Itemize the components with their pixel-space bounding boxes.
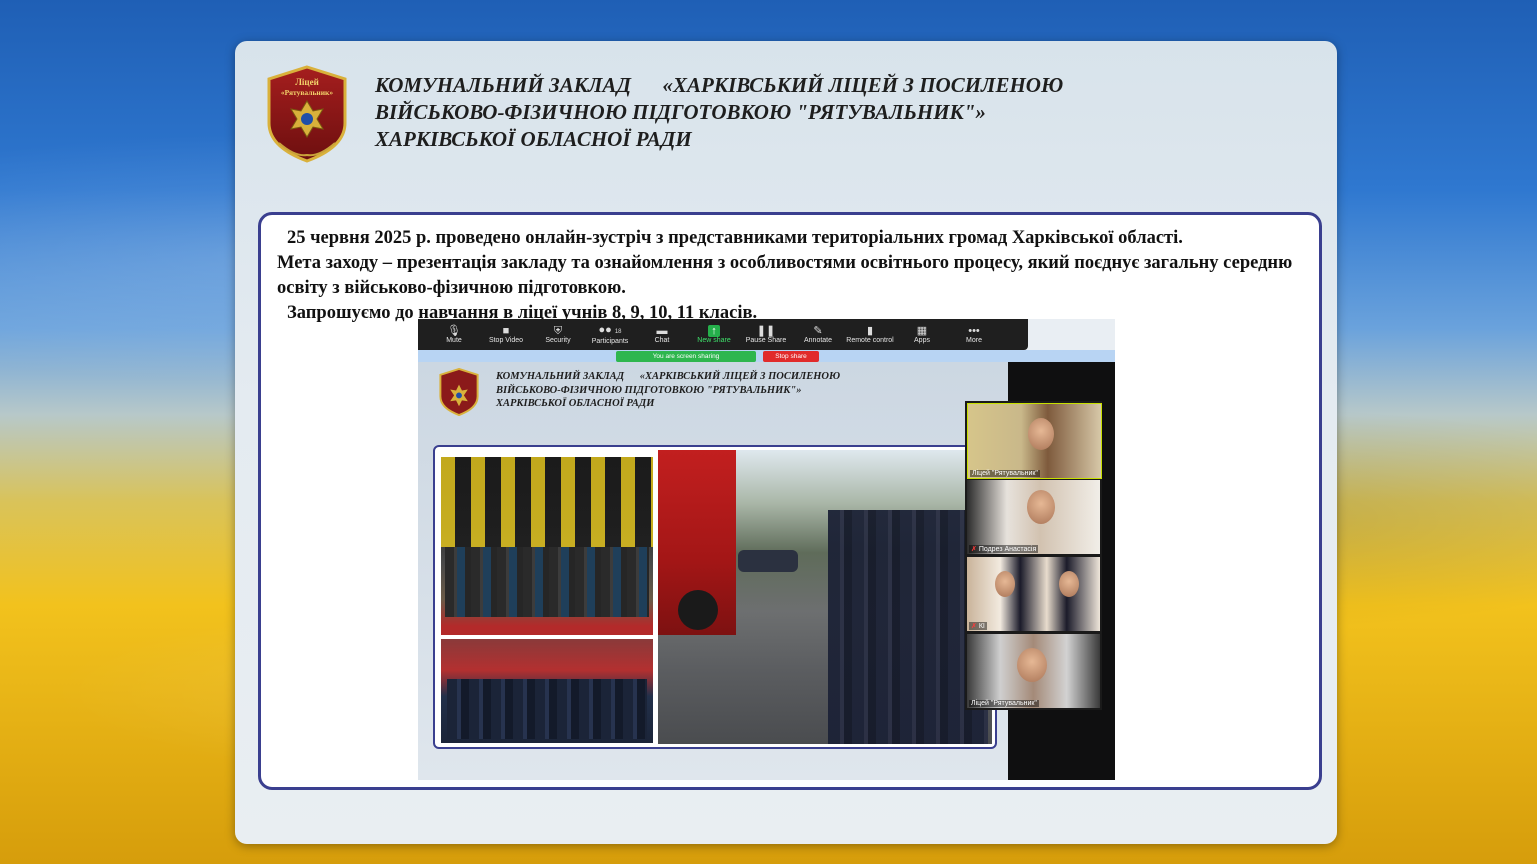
apps-button[interactable]: ▦ Apps xyxy=(896,319,948,350)
pencil-icon: ✎ xyxy=(813,325,823,337)
photo-cadets-formation xyxy=(658,450,992,744)
participant-gallery: Ліцей "Рятувальник" ✗ Подрез Анастасія ✗… xyxy=(965,401,1102,710)
mini-title-line-2: ВІЙСЬКОВО-ФІЗИЧНОЮ ПІДГОТОВКОЮ "РЯТУВАЛЬ… xyxy=(496,384,802,396)
remote-control-button[interactable]: ▮ Remote control xyxy=(844,319,896,350)
photo-students-training-tower xyxy=(441,457,653,635)
paragraph-date: 25 червня 2025 р. проведено онлайн-зустр… xyxy=(287,228,1183,248)
participant-face xyxy=(1059,571,1079,597)
apps-icon: ▦ xyxy=(916,325,928,337)
participant-tile[interactable]: Ліцей "Рятувальник" xyxy=(967,403,1102,479)
remote-icon: ▮ xyxy=(866,325,874,337)
share-icon: ↑ xyxy=(708,325,720,337)
svg-text:«Рятувальник»: «Рятувальник» xyxy=(281,88,334,97)
security-button[interactable]: ⛨ Security xyxy=(532,319,584,350)
announcement-text: 25 червня 2025 р. проведено онлайн-зустр… xyxy=(277,226,1307,326)
institution-title: КОМУНАЛЬНИЙ ЗАКЛАД «ХАРКІВСЬКИЙ ЛІЦЕЙ З … xyxy=(375,72,1255,153)
mic-icon: 🎙 xyxy=(447,325,461,337)
participant-name: ✗ КІ xyxy=(969,622,987,630)
participant-name: Ліцей "Рятувальник" xyxy=(970,470,1040,477)
stop-share-button[interactable]: Stop share xyxy=(763,351,819,362)
photo-cadets-fire-trucks xyxy=(441,639,653,743)
paragraph-purpose: Мета заходу – презентація закладу та озн… xyxy=(277,253,1293,298)
participant-name: Ліцей "Рятувальник" xyxy=(969,700,1039,707)
participant-tile[interactable]: Ліцей "Рятувальник" xyxy=(967,634,1100,708)
pause-share-button[interactable]: ❚❚ Pause Share xyxy=(740,319,792,350)
annotate-button[interactable]: ✎ Annotate xyxy=(792,319,844,350)
mini-title-line-3: ХАРКІВСЬКОЇ ОБЛАСНОЇ РАДИ xyxy=(496,398,655,409)
participants-icon: ●● 18 xyxy=(598,324,622,336)
shared-slide: КОМУНАЛЬНИЙ ЗАКЛАД «ХАРКІВСЬКИЙ ЛІЦЕЙ З … xyxy=(418,362,1008,780)
svg-text:Ліцей: Ліцей xyxy=(295,77,319,87)
mini-title-line-1: КОМУНАЛЬНИЙ ЗАКЛАД «ХАРКІВСЬКИЙ ЛІЦЕЙ З … xyxy=(496,371,841,382)
new-share-button[interactable]: ↑ New share xyxy=(688,319,740,350)
title-line-3: ХАРКІВСЬКОЇ ОБЛАСНОЇ РАДИ xyxy=(375,127,692,151)
mute-button[interactable]: 🎙 Mute xyxy=(428,319,480,350)
mic-muted-icon: ✗ xyxy=(971,546,977,553)
video-icon: ■ xyxy=(502,325,510,337)
participant-face xyxy=(995,571,1015,597)
participant-face xyxy=(1028,418,1054,450)
participant-name: ✗ Подрез Анастасія xyxy=(969,545,1039,553)
title-line-2: ВІЙСЬКОВО-ФІЗИЧНОЮ ПІДГОТОВКОЮ "РЯТУВАЛЬ… xyxy=(375,100,986,124)
lyceum-logo: Ліцей «Рятувальник» xyxy=(267,65,347,163)
shield-icon: ⛨ xyxy=(553,325,563,337)
participant-tile[interactable]: ✗ Подрез Анастасія xyxy=(967,480,1100,554)
more-button[interactable]: ••• More xyxy=(948,319,1000,350)
chat-icon: ▬ xyxy=(656,325,668,337)
pause-icon: ❚❚ xyxy=(756,325,776,337)
participant-face xyxy=(1027,490,1055,524)
mini-lyceum-logo xyxy=(439,368,479,416)
more-icon: ••• xyxy=(968,325,980,337)
participant-face xyxy=(1017,648,1047,682)
stop-video-button[interactable]: ■ Stop Video xyxy=(480,319,532,350)
zoom-toolbar: 🎙 Mute ■ Stop Video ⛨ Security ●● 18 Par… xyxy=(418,319,1028,350)
participants-button[interactable]: ●● 18 Participants xyxy=(584,319,636,350)
participant-tile[interactable]: ✗ КІ xyxy=(967,557,1100,631)
chat-button[interactable]: ▬ Chat xyxy=(636,319,688,350)
title-line-1: КОМУНАЛЬНИЙ ЗАКЛАД «ХАРКІВСЬКИЙ ЛІЦЕЙ З … xyxy=(375,73,1064,97)
mini-title: КОМУНАЛЬНИЙ ЗАКЛАД «ХАРКІВСЬКИЙ ЛІЦЕЙ З … xyxy=(496,370,996,411)
participants-count: 18 xyxy=(614,329,622,335)
screen-sharing-indicator: You are screen sharing xyxy=(616,351,756,362)
mic-muted-icon: ✗ xyxy=(971,623,977,630)
